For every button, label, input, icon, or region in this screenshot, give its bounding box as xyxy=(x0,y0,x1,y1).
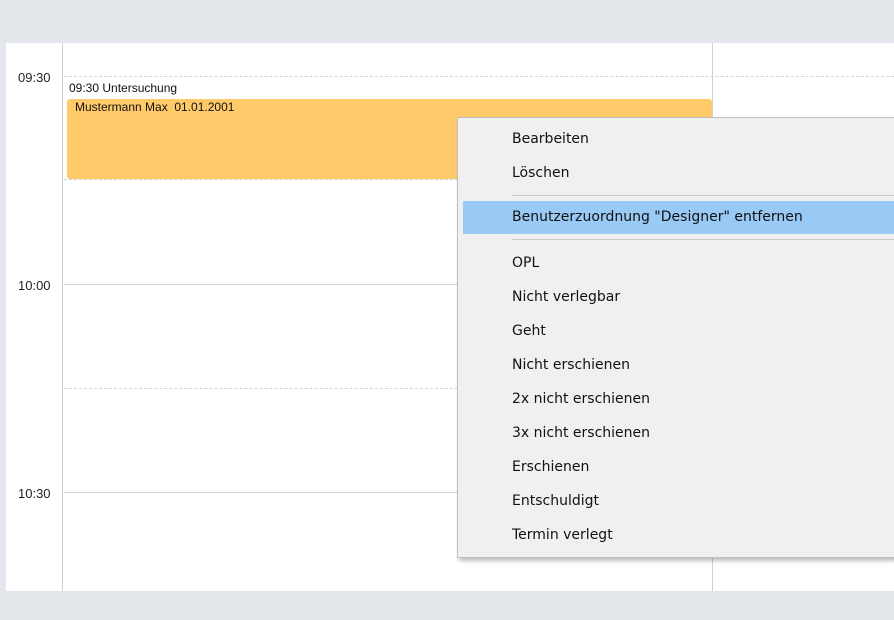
slot-line xyxy=(64,76,894,77)
menu-item-geht[interactable]: Geht xyxy=(463,315,894,348)
time-label-1030: 10:30 xyxy=(18,486,51,501)
menu-item-nicht-erschienen[interactable]: Nicht erschienen xyxy=(463,349,894,382)
context-menu: Bearbeiten Löschen Benutzerzuordnung "De… xyxy=(457,117,894,558)
time-label-0930: 09:30 xyxy=(18,70,51,85)
menu-item-erschienen[interactable]: Erschienen xyxy=(463,451,894,484)
time-label-1000: 10:00 xyxy=(18,278,51,293)
menu-separator xyxy=(512,195,894,196)
appointment-title: Mustermann Max 01.01.2001 xyxy=(75,100,235,114)
menu-item-entschuldigt[interactable]: Entschuldigt xyxy=(463,485,894,518)
menu-separator xyxy=(512,239,894,240)
menu-item-remove-user-assignment[interactable]: Benutzerzuordnung "Designer" entfernen xyxy=(463,201,894,234)
menu-item-2x-nicht-erschienen[interactable]: 2x nicht erschienen xyxy=(463,383,894,416)
menu-item-bearbeiten[interactable]: Bearbeiten xyxy=(463,123,894,156)
menu-item-nicht-verlegbar[interactable]: Nicht verlegbar xyxy=(463,281,894,314)
menu-item-3x-nicht-erschienen[interactable]: 3x nicht erschienen xyxy=(463,417,894,450)
menu-item-termin-verlegt[interactable]: Termin verlegt xyxy=(463,519,894,552)
menu-item-opl[interactable]: OPL xyxy=(463,247,894,280)
time-column-divider xyxy=(62,43,63,591)
menu-item-loeschen[interactable]: Löschen xyxy=(463,157,894,190)
appointment-header: 09:30 Untersuchung xyxy=(69,81,178,95)
